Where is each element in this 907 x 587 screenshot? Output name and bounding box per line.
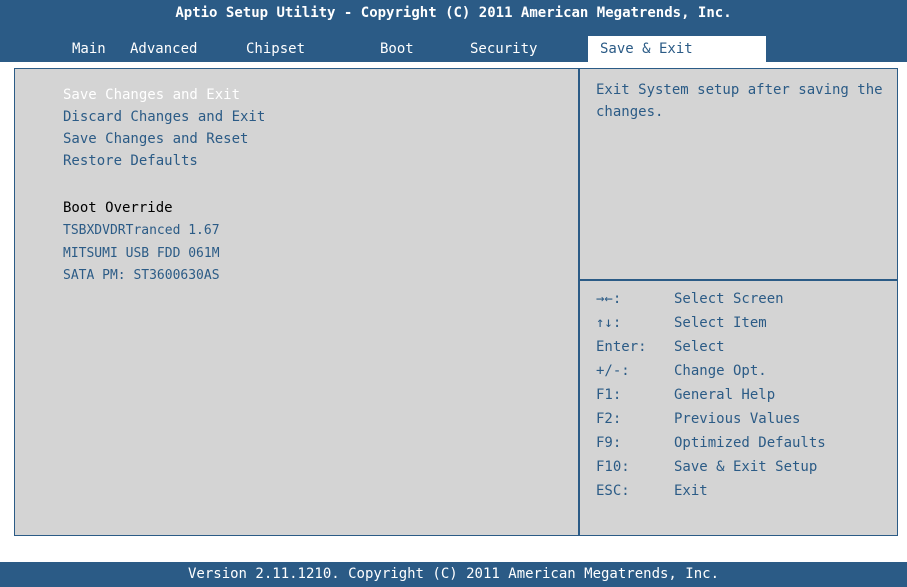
tab-save-exit[interactable]: Save & Exit: [588, 36, 766, 62]
key-label: ↑↓:: [596, 315, 622, 331]
help-text: Exit System setup after saving the chang…: [596, 82, 883, 120]
key-row: Enter: Select: [596, 339, 725, 355]
key-label: F2:: [596, 411, 622, 427]
boot-device-usb-fdd[interactable]: MITSUMI USB FDD 061M: [63, 246, 220, 261]
key-row: +/-: Change Opt.: [596, 363, 767, 379]
key-legend: →←: Select Screen ↑↓: Select Item Enter: Se…: [580, 281, 898, 535]
key-row: ESC: Exit: [596, 483, 708, 499]
key-row: ↑↓: Select Item: [596, 315, 767, 331]
tab-security[interactable]: Security: [470, 41, 537, 57]
menu-item-save-changes-reset[interactable]: Save Changes and Reset: [63, 131, 248, 147]
menu-item-restore-defaults[interactable]: Restore Defaults: [63, 153, 198, 169]
key-row: F10: Save & Exit Setup: [596, 459, 817, 475]
key-desc: Previous Values: [674, 411, 801, 427]
key-row: F2: Previous Values: [596, 411, 800, 427]
help-area: Exit System setup after saving the chang…: [580, 69, 898, 281]
menu-item-discard-changes-exit[interactable]: Discard Changes and Exit: [63, 109, 265, 125]
key-desc: Select Screen: [674, 291, 784, 307]
menu-area: Save Changes and Exit Discard Changes an…: [15, 69, 580, 535]
key-label: F9:: [596, 435, 622, 451]
top-bar: Aptio Setup Utility - Copyright (C) 2011…: [0, 0, 907, 62]
menu-item-save-changes-exit[interactable]: Save Changes and Exit: [63, 87, 240, 103]
key-desc: Save & Exit Setup: [674, 459, 818, 475]
tab-advanced[interactable]: Advanced: [130, 41, 197, 57]
setup-panel: Save Changes and Exit Discard Changes an…: [14, 68, 898, 536]
boot-device-dvd[interactable]: TSBXDVDRTranced 1.67: [63, 223, 220, 238]
key-label: Enter:: [596, 339, 647, 355]
key-desc: Select: [674, 339, 725, 355]
boot-device-sata[interactable]: SATA PM: ST3600630AS: [63, 268, 220, 283]
key-row: F1: General Help: [596, 387, 775, 403]
key-desc: Optimized Defaults: [674, 435, 826, 451]
key-desc: General Help: [674, 387, 776, 403]
tab-chipset[interactable]: Chipset: [246, 41, 305, 57]
key-label: →←:: [596, 291, 622, 307]
version-footer: Version 2.11.1210. Copyright (C) 2011 Am…: [0, 562, 907, 587]
key-desc: Change Opt.: [674, 363, 767, 379]
tab-boot[interactable]: Boot: [380, 41, 414, 57]
key-row: →←: Select Screen: [596, 291, 784, 307]
tab-main[interactable]: Main: [72, 41, 106, 57]
key-label: +/-:: [596, 363, 630, 379]
key-desc: Exit: [674, 483, 708, 499]
key-row: F9: Optimized Defaults: [596, 435, 826, 451]
key-label: F10:: [596, 459, 630, 475]
key-label: F1:: [596, 387, 622, 403]
key-label: ESC:: [596, 483, 630, 499]
boot-override-heading: Boot Override: [63, 200, 173, 216]
key-desc: Select Item: [674, 315, 767, 331]
utility-title: Aptio Setup Utility - Copyright (C) 2011…: [175, 5, 732, 21]
